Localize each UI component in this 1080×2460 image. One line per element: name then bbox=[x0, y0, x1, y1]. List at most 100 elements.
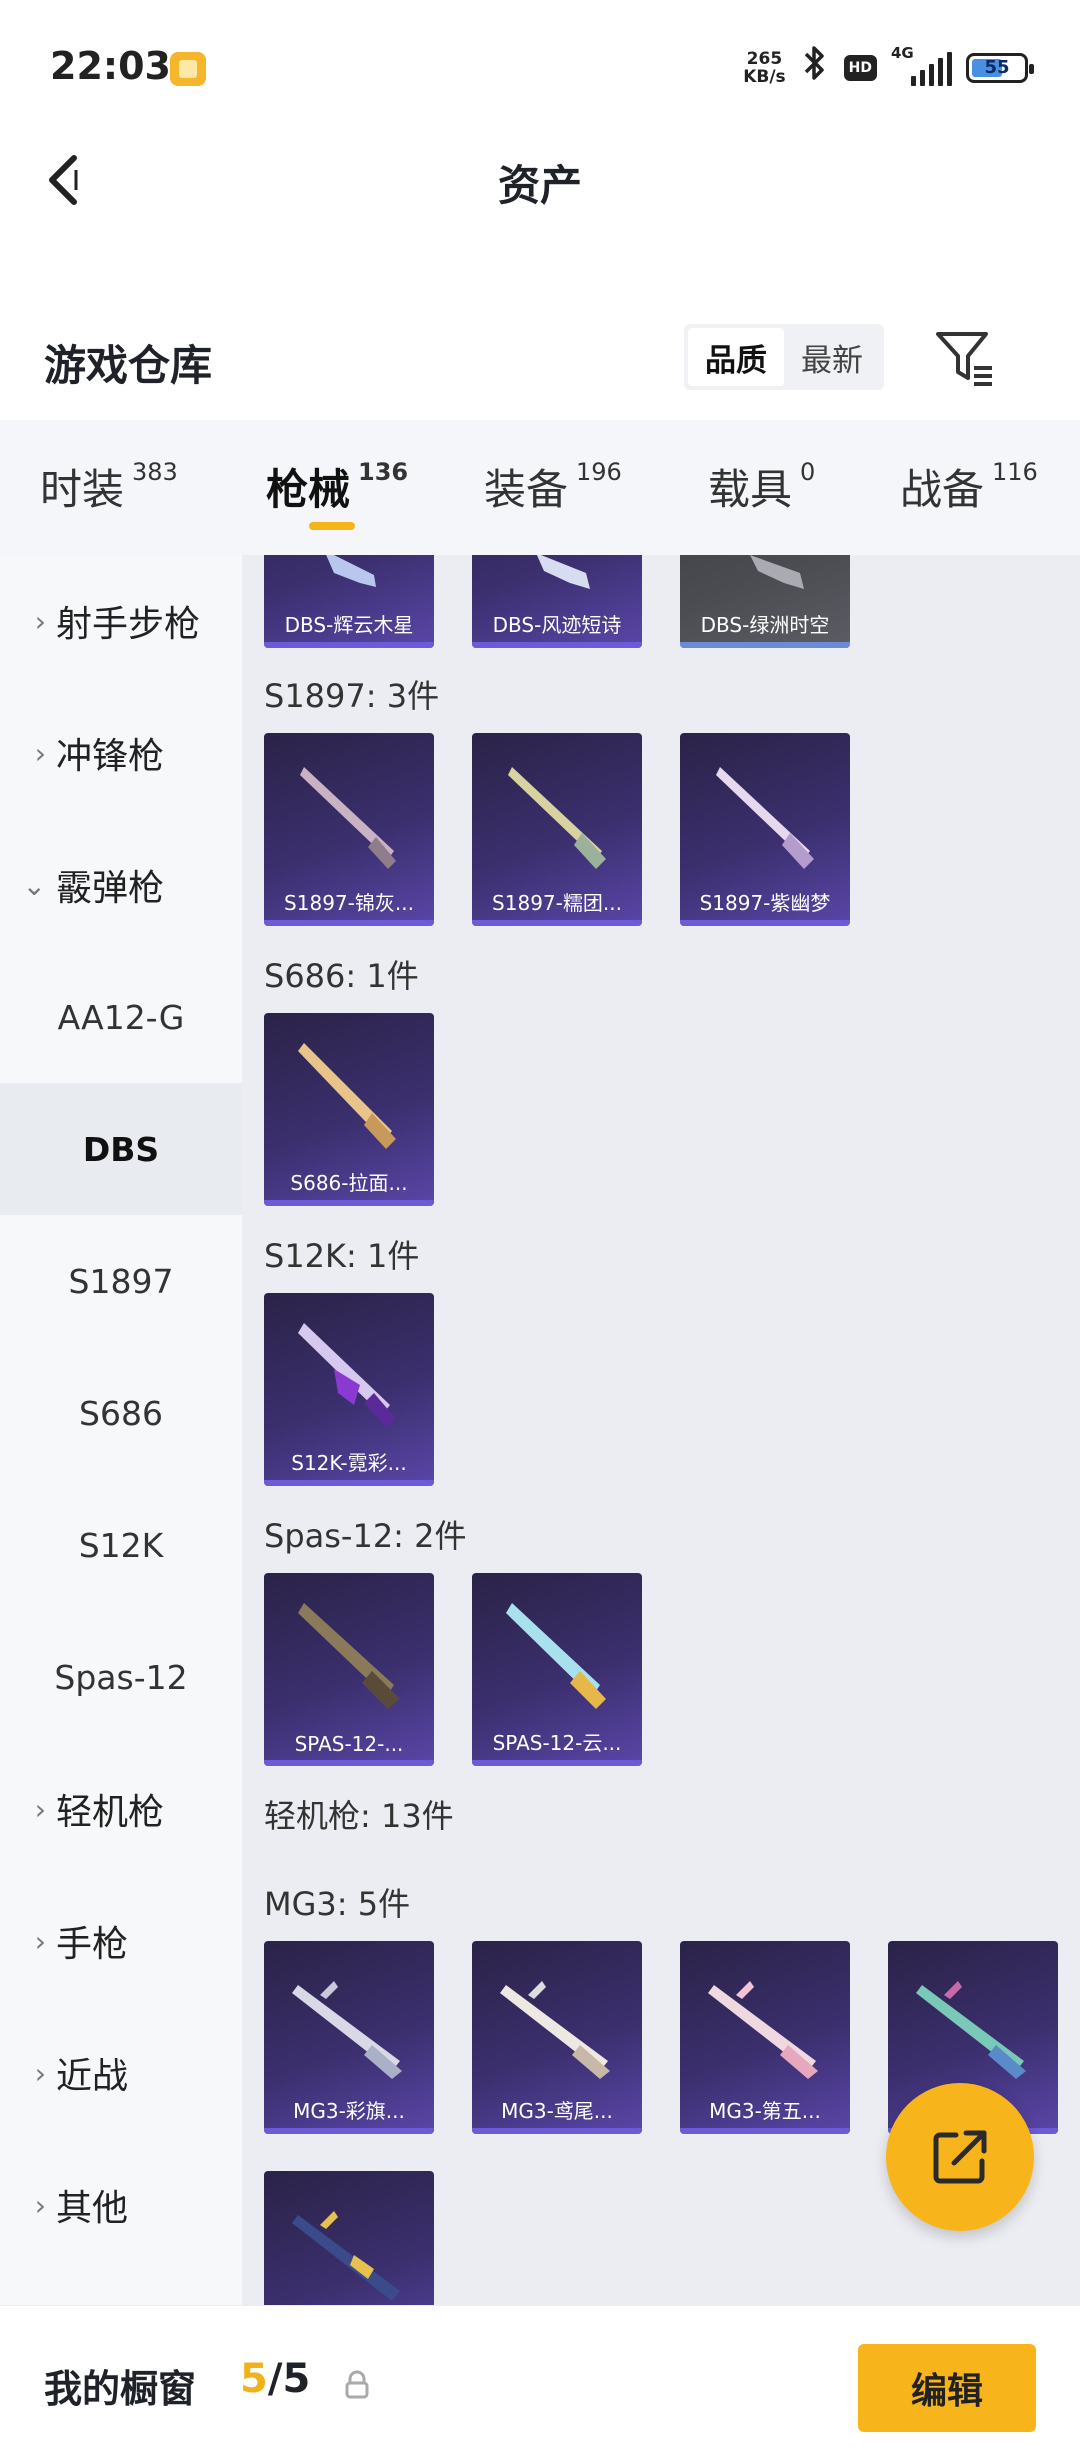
group-title: MG3: 5件 bbox=[264, 1885, 411, 1923]
sidebar-sub-spas12[interactable]: Spas-12 bbox=[0, 1611, 242, 1743]
chevron-right-icon: › bbox=[34, 736, 46, 770]
tab-label: 装备 bbox=[484, 465, 569, 514]
battery-level: 55 bbox=[984, 56, 1010, 78]
showcase-current: 5 bbox=[240, 2356, 268, 2402]
weapon-image bbox=[508, 767, 606, 869]
external-link-icon bbox=[933, 2130, 987, 2184]
sidebar-item-other[interactable]: › 其他 bbox=[0, 2139, 242, 2271]
tab-label: 时装 bbox=[40, 465, 125, 514]
chevron-right-icon: › bbox=[34, 1924, 46, 1958]
sidebar-sub-aa12g[interactable]: AA12-G bbox=[0, 951, 242, 1083]
showcase-count: 5/5 bbox=[240, 2356, 310, 2402]
item-name: S686-拉面... bbox=[290, 1171, 408, 1195]
item-card[interactable] bbox=[264, 2171, 434, 2305]
sidebar-sub-dbs[interactable]: DBS bbox=[0, 1083, 242, 1215]
status-bar: 22:03 265 KB/s HD 4G 55 bbox=[0, 0, 1080, 130]
sort-quality[interactable]: 品质 bbox=[688, 328, 784, 386]
sidebar-sub-s686[interactable]: S686 bbox=[0, 1347, 242, 1479]
weapon-image bbox=[326, 555, 376, 587]
sidebar-sub-s1897[interactable]: S1897 bbox=[0, 1215, 242, 1347]
tab-count: 136 bbox=[358, 458, 409, 486]
tab-label: 枪械 bbox=[266, 465, 351, 514]
tab-guns[interactable]: 枪械 136 bbox=[266, 456, 408, 517]
sidebar-item-shotgun[interactable]: ⌄ 霰弹枪 bbox=[0, 819, 242, 951]
weapon-image bbox=[300, 767, 396, 869]
sidebar-sub-s12k[interactable]: S12K bbox=[0, 1479, 242, 1611]
sidebar-item-label: 射手步枪 bbox=[56, 604, 201, 645]
weapon-image bbox=[292, 1981, 402, 2079]
item-card[interactable]: SPAS-12-... bbox=[264, 1573, 434, 1766]
category-tabs: 时装 383 枪械 136 装备 196 载具 0 战备 116 bbox=[0, 420, 1080, 555]
item-card[interactable]: S12K-霓彩... bbox=[264, 1293, 434, 1486]
item-card[interactable]: S1897-紫幽梦 bbox=[680, 733, 850, 926]
sidebar-item-label: 冲锋枪 bbox=[56, 736, 165, 777]
item-name: SPAS-12-云... bbox=[492, 1731, 622, 1755]
item-name: MG3-鸢尾... bbox=[501, 2099, 613, 2123]
sidebar-item-label: 其他 bbox=[56, 2188, 129, 2229]
weapon-image bbox=[536, 555, 590, 589]
weapon-image bbox=[500, 1981, 610, 2079]
item-card[interactable]: DBS-辉云木星 bbox=[264, 555, 434, 648]
tab-count: 196 bbox=[576, 458, 622, 486]
item-card[interactable]: S1897-糯团... bbox=[472, 733, 642, 926]
item-name: DBS-绿洲时空 bbox=[700, 613, 830, 637]
status-time: 22:03 bbox=[50, 44, 171, 88]
group-title: S686: 1件 bbox=[264, 957, 419, 995]
showcase-bar: 我的橱窗 5/5 编辑 bbox=[0, 2305, 1080, 2460]
tab-equipment[interactable]: 装备 196 bbox=[484, 456, 622, 517]
group-title: Spas-12: 2件 bbox=[264, 1517, 467, 1555]
weapon-image bbox=[750, 555, 804, 589]
item-card[interactable]: DBS-风迹短诗 bbox=[472, 555, 642, 648]
item-card[interactable]: DBS-绿洲时空 bbox=[680, 555, 850, 648]
tab-label: 战备 bbox=[900, 465, 985, 514]
filter-button[interactable] bbox=[930, 324, 1000, 394]
signal-icon: 4G bbox=[891, 44, 952, 86]
item-card[interactable]: MG3-鸢尾... bbox=[472, 1941, 642, 2134]
network-speed-unit: KB/s bbox=[743, 66, 786, 87]
network-speed-value: 265 bbox=[746, 48, 783, 69]
weapon-image bbox=[506, 1603, 606, 1709]
tab-vehicles[interactable]: 载具 0 bbox=[708, 456, 815, 517]
sidebar-item-label: 轻机枪 bbox=[56, 1792, 165, 1833]
lock-icon bbox=[345, 2370, 369, 2399]
item-card[interactable]: SPAS-12-云... bbox=[472, 1573, 642, 1766]
item-grid: DBS-辉云木星 DBS-风迹短诗 DBS-绿洲时空 S1897: 3件 S18… bbox=[242, 555, 1080, 2305]
weapon-image bbox=[298, 1603, 400, 1709]
status-icons: 265 KB/s HD 4G 55 bbox=[743, 44, 1034, 91]
chevron-right-icon: › bbox=[34, 2188, 46, 2222]
item-card[interactable]: MG3-第五... bbox=[680, 1941, 850, 2134]
item-name: DBS-辉云木星 bbox=[284, 613, 414, 637]
weapon-image bbox=[708, 1981, 818, 2079]
item-name: DBS-风迹短诗 bbox=[492, 613, 622, 637]
sidebar-item-melee[interactable]: › 近战 bbox=[0, 2007, 242, 2139]
page-title: 资产 bbox=[497, 161, 582, 210]
battery-icon: 55 bbox=[966, 52, 1034, 83]
sidebar-item-smg[interactable]: › 冲锋枪 bbox=[0, 687, 242, 819]
sidebar-item-lmg[interactable]: › 轻机枪 bbox=[0, 1743, 242, 1875]
sidebar-item-marksman-rifle[interactable]: › 射手步枪 bbox=[0, 555, 242, 687]
share-button[interactable] bbox=[886, 2083, 1034, 2231]
weapon-image bbox=[298, 1043, 396, 1149]
sidebar-item-label: 手枪 bbox=[56, 1924, 129, 1965]
sort-newest[interactable]: 最新 bbox=[784, 328, 880, 386]
item-card[interactable]: S686-拉面... bbox=[264, 1013, 434, 1206]
item-name: SPAS-12-... bbox=[294, 1732, 404, 1756]
item-card[interactable]: MG3-彩旗... bbox=[264, 1941, 434, 2134]
tab-fashion[interactable]: 时装 383 bbox=[40, 456, 178, 517]
network-type: 4G bbox=[891, 43, 914, 62]
edit-button[interactable]: 编辑 bbox=[858, 2344, 1036, 2432]
group-title: S12K: 1件 bbox=[264, 1237, 420, 1275]
section-title: 游戏仓库 bbox=[44, 341, 213, 390]
tab-label: 载具 bbox=[708, 465, 793, 514]
chevron-right-icon: › bbox=[34, 604, 46, 638]
chevron-right-icon: › bbox=[34, 2056, 46, 2090]
page-header: 资产 bbox=[0, 130, 1080, 230]
tab-supplies[interactable]: 战备 116 bbox=[900, 456, 1038, 517]
sidebar-item-pistol[interactable]: › 手枪 bbox=[0, 1875, 242, 2007]
sidebar-item-label: 近战 bbox=[56, 2056, 129, 2097]
weapon-image bbox=[916, 1981, 1026, 2079]
weapon-image bbox=[716, 767, 814, 869]
item-card[interactable]: S1897-锦灰... bbox=[264, 733, 434, 926]
showcase-title: 我的橱窗 bbox=[44, 2367, 197, 2411]
bluetooth-icon bbox=[800, 44, 830, 91]
